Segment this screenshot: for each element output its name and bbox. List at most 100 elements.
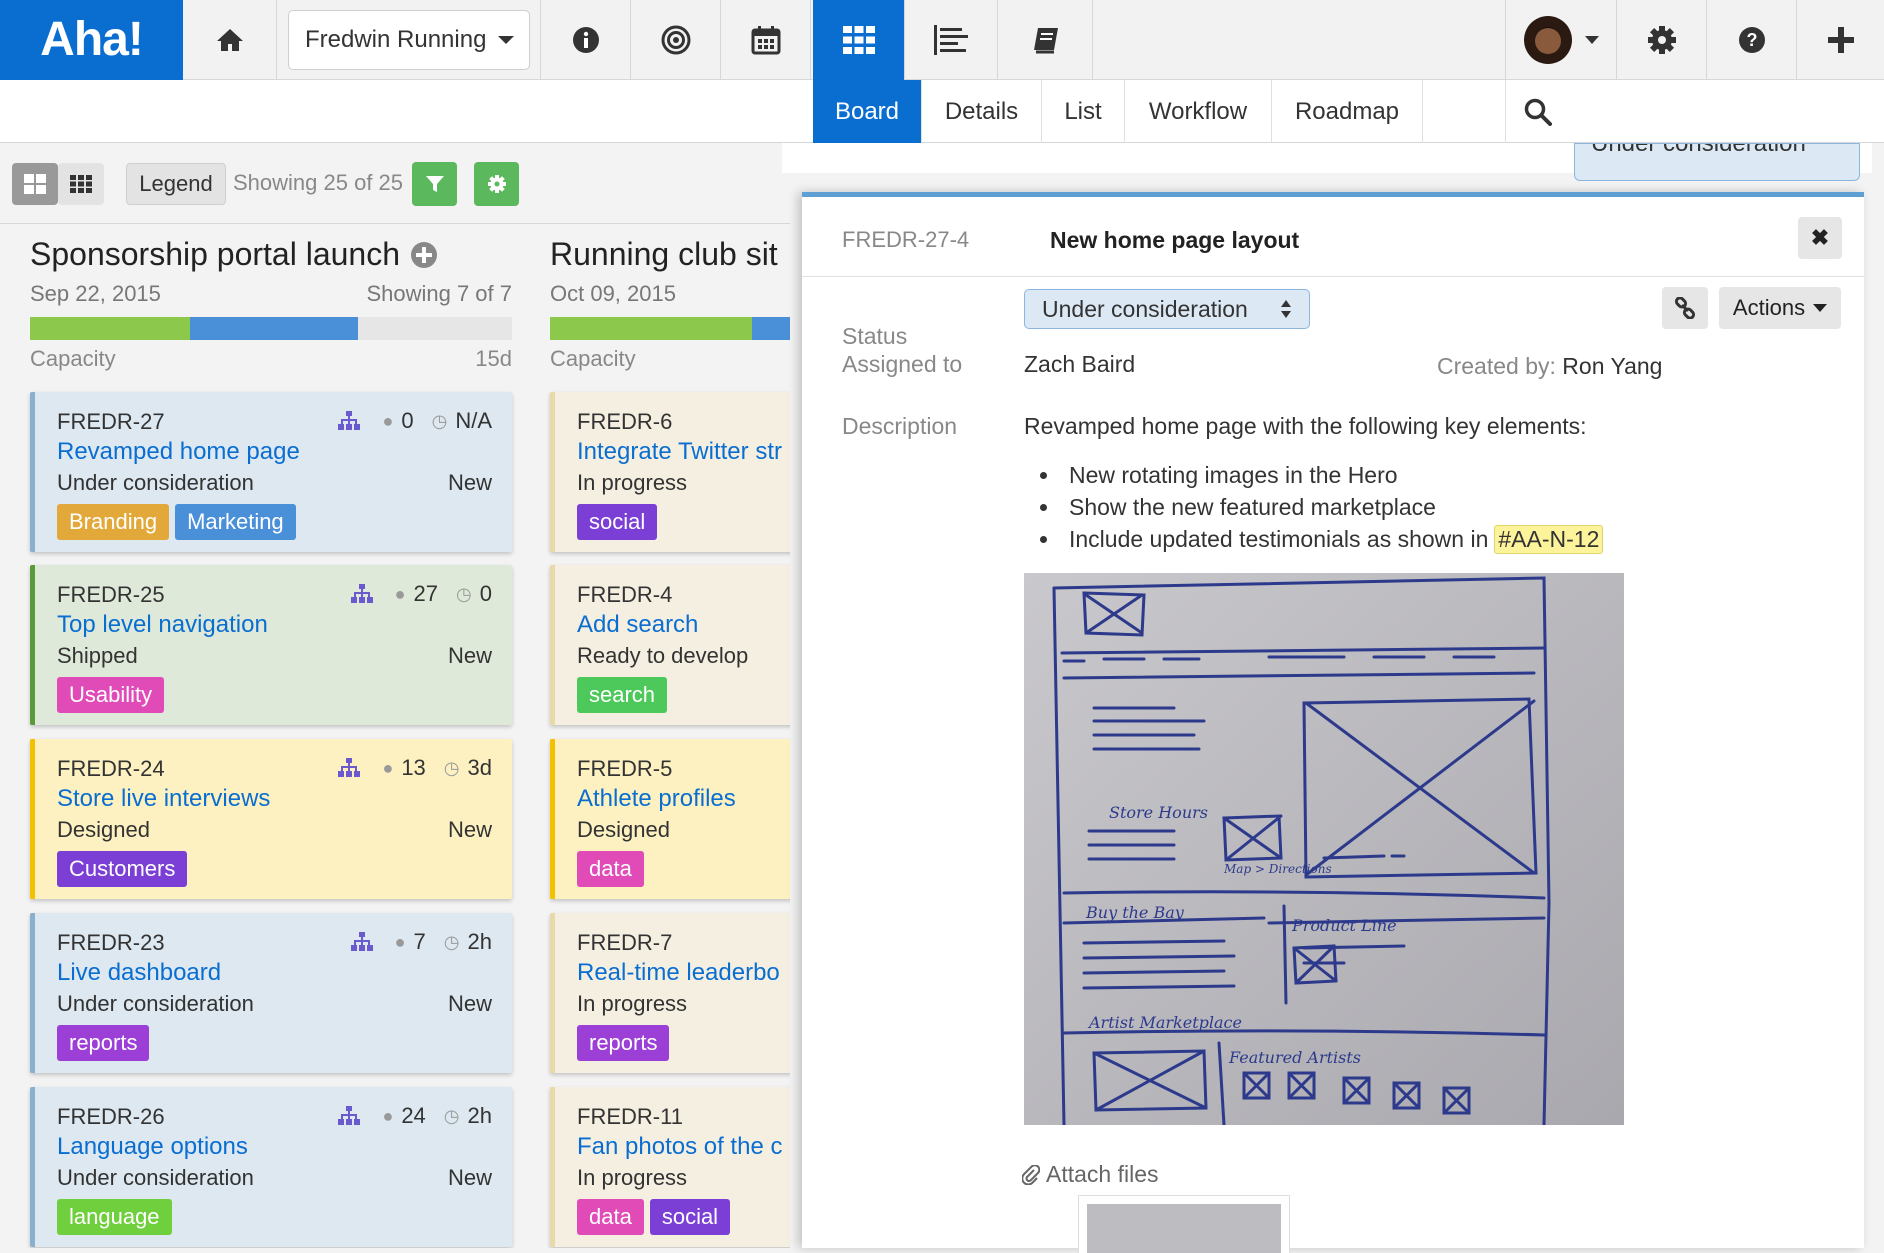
hierarchy-icon[interactable] <box>338 1106 361 1126</box>
score-value: 13 <box>401 755 426 780</box>
score-icon: ● <box>382 1105 394 1126</box>
score-value: 7 <box>413 929 426 954</box>
tab-list[interactable]: List <box>1042 80 1125 143</box>
feature-card[interactable]: FREDR-11 Fan photos of the c In progress… <box>550 1087 790 1247</box>
tab-board[interactable]: Board <box>813 80 922 143</box>
feature-title[interactable]: Revamped home page <box>57 438 300 466</box>
feature-title[interactable]: Athlete profiles <box>577 785 736 813</box>
actions-button[interactable]: Actions <box>1719 287 1841 329</box>
feature-card[interactable]: FREDR-4 Add search Ready to develop sear… <box>550 565 790 725</box>
help-button[interactable]: ? <box>1707 0 1797 80</box>
wireframe-sketch-image[interactable]: Store Hours Map > Directions Buy the Bay… <box>1024 573 1624 1127</box>
feature-status: Designed <box>57 817 150 842</box>
tag[interactable]: reports <box>57 1025 150 1061</box>
target-icon <box>661 25 690 55</box>
parent-status-select[interactable]: Under consideration <box>1574 143 1860 181</box>
score-icon: ● <box>382 757 394 778</box>
features-board-button[interactable] <box>813 0 905 80</box>
tag[interactable]: language <box>57 1199 172 1235</box>
search-box[interactable] <box>1505 80 1884 143</box>
feature-status: In progress <box>577 1165 688 1190</box>
feature-title[interactable]: Real-time leaderbo <box>577 959 780 987</box>
plus-icon <box>1827 27 1854 53</box>
feature-title[interactable]: Integrate Twitter str <box>577 438 782 466</box>
release-title[interactable]: Sponsorship portal launch <box>30 236 438 273</box>
filter-button[interactable] <box>412 162 457 206</box>
compact-view-button[interactable] <box>58 163 104 205</box>
board-settings-button[interactable] <box>474 162 519 206</box>
add-circle-icon[interactable] <box>410 241 438 269</box>
feature-title[interactable]: Add search <box>577 611 698 639</box>
feature-id: FREDR-25 <box>57 582 165 607</box>
sort-arrows-icon <box>1281 300 1291 318</box>
home-button[interactable] <box>183 0 277 80</box>
add-button[interactable] <box>1797 0 1884 80</box>
info-button[interactable] <box>541 0 631 80</box>
close-button[interactable]: ✖ <box>1798 217 1842 259</box>
requirement-title[interactable]: New home page layout <box>1050 227 1299 254</box>
tag[interactable]: social <box>649 1199 731 1235</box>
card-meta: ● 27 ◷ 0 <box>350 581 492 607</box>
roadmap-button[interactable] <box>905 0 998 80</box>
feature-title[interactable]: Top level navigation <box>57 611 268 639</box>
tag[interactable]: data <box>577 851 644 887</box>
workspace-selector[interactable]: Fredwin Running <box>288 10 530 70</box>
legend-button[interactable]: Legend <box>126 163 226 205</box>
hierarchy-icon[interactable] <box>350 932 373 952</box>
feature-type: New <box>447 643 492 668</box>
feature-card[interactable]: FREDR-6 Integrate Twitter str In progres… <box>550 392 790 552</box>
description-intro[interactable]: Revamped home page with the following ke… <box>1024 413 1587 440</box>
feature-card[interactable]: FREDR-26 ● 24 ◷ 2h Language options Unde… <box>30 1087 512 1247</box>
release-date: Sep 22, 2015 <box>30 281 161 306</box>
score-value: 0 <box>401 408 414 433</box>
hierarchy-icon[interactable] <box>350 584 373 604</box>
status-select[interactable]: Under consideration <box>1024 289 1310 329</box>
assigned-value[interactable]: Zach Baird <box>1024 351 1135 378</box>
created-label: Created by: <box>1437 353 1556 379</box>
notes-button[interactable] <box>998 0 1093 80</box>
feature-status: Shipped <box>57 643 138 668</box>
card-view-button[interactable] <box>12 163 58 205</box>
link-button[interactable] <box>1662 287 1708 329</box>
releases-button[interactable] <box>721 0 811 80</box>
strategy-button[interactable] <box>631 0 721 80</box>
feature-title[interactable]: Live dashboard <box>57 959 221 987</box>
feature-title[interactable]: Store live interviews <box>57 785 270 813</box>
attachment-thumbnail[interactable] <box>1078 1195 1290 1253</box>
idea-reference-link[interactable]: #AA-N-12 <box>1494 524 1604 554</box>
tag[interactable]: reports <box>577 1025 670 1061</box>
feature-card[interactable]: FREDR-25 ● 27 ◷ 0 Top level navigation S… <box>30 565 512 725</box>
feature-card[interactable]: FREDR-27 ● 0 ◷ N/A Revamped home page Un… <box>30 392 512 552</box>
feature-card[interactable]: FREDR-23 ● 7 ◷ 2h Live dashboard Under c… <box>30 913 512 1073</box>
hierarchy-icon[interactable] <box>338 758 361 778</box>
drawer-header: FREDR-27-4 New home page layout ✖ <box>802 197 1864 277</box>
tag[interactable]: search <box>577 677 668 713</box>
thumbnail-image <box>1087 1204 1281 1253</box>
user-menu[interactable] <box>1505 0 1617 80</box>
hierarchy-icon[interactable] <box>338 411 361 431</box>
tag[interactable]: Branding <box>57 504 170 540</box>
settings-button[interactable] <box>1617 0 1707 80</box>
tag[interactable]: social <box>577 504 658 540</box>
score-value: 27 <box>413 581 439 606</box>
feature-card[interactable]: FREDR-5 Athlete profiles Designed data <box>550 739 790 899</box>
sketch-label: Store Hours <box>1109 803 1208 822</box>
sub-navigation-bar: Board Details List Workflow Roadmap <box>0 80 1884 143</box>
aha-logo[interactable]: Aha! <box>0 0 183 80</box>
tag[interactable]: data <box>577 1199 644 1235</box>
tab-roadmap[interactable]: Roadmap <box>1272 80 1423 143</box>
tag[interactable]: Customers <box>57 851 188 887</box>
release-title[interactable]: Running club sit <box>550 236 778 273</box>
tag[interactable]: Marketing <box>175 504 296 540</box>
feature-title[interactable]: Language options <box>57 1133 248 1161</box>
feature-card[interactable]: FREDR-24 ● 13 ◷ 3d Store live interviews… <box>30 739 512 899</box>
capacity-label: Capacity <box>550 346 636 371</box>
tab-workflow[interactable]: Workflow <box>1125 80 1272 143</box>
tag[interactable]: Usability <box>57 677 165 713</box>
score-icon: ● <box>394 583 406 604</box>
tab-details[interactable]: Details <box>922 80 1042 143</box>
attach-files-link[interactable]: Attach files <box>1022 1161 1159 1188</box>
feature-card[interactable]: FREDR-7 Real-time leaderbo In progress r… <box>550 913 790 1073</box>
feature-title[interactable]: Fan photos of the c <box>577 1133 782 1161</box>
workspace-name: Fredwin Running <box>305 26 487 53</box>
